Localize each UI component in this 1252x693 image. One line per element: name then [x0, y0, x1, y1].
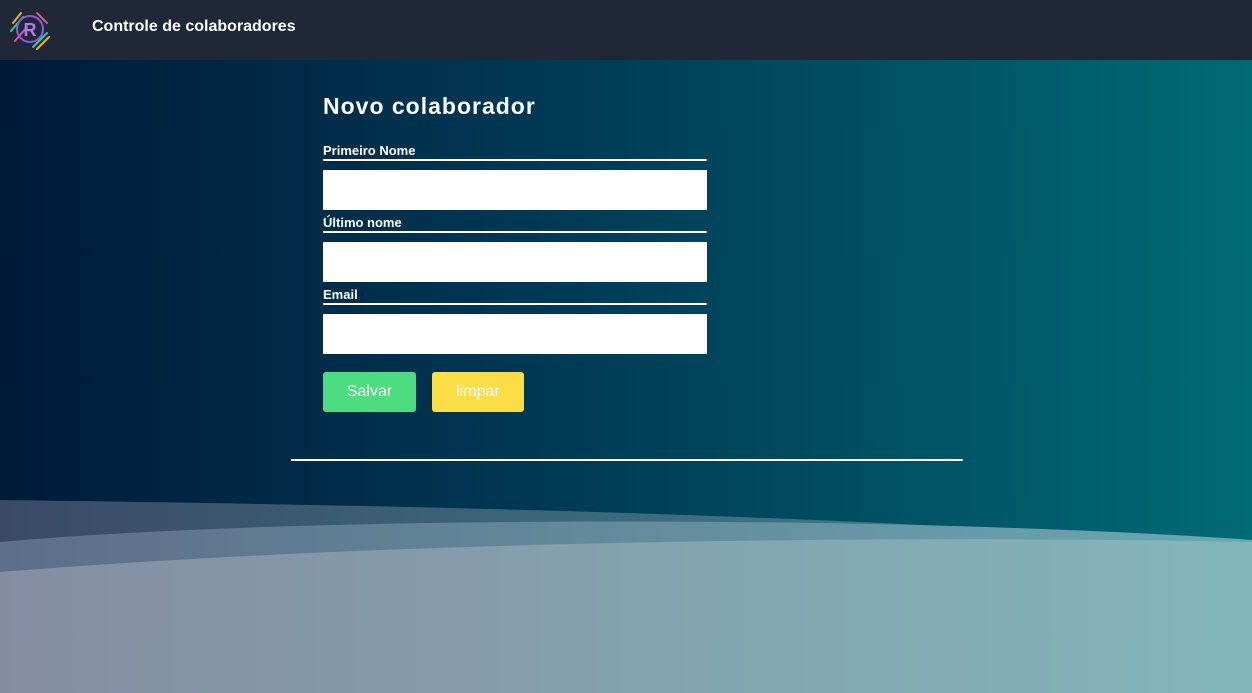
- clear-button[interactable]: limpar: [432, 372, 524, 412]
- main-content: Novo colaborador Primeiro Nome Último no…: [0, 60, 1252, 693]
- first-name-label: Primeiro Nome: [323, 143, 707, 161]
- top-navbar: R Controle de colaboradores: [0, 0, 1252, 60]
- last-name-label: Último nome: [323, 215, 707, 233]
- form-title: Novo colaborador: [323, 93, 536, 119]
- save-button[interactable]: Salvar: [323, 372, 416, 412]
- divider: [291, 459, 963, 461]
- svg-text:R: R: [24, 20, 37, 40]
- app-title: Controle de colaboradores: [92, 18, 296, 35]
- r-logo-icon[interactable]: R: [7, 7, 53, 51]
- email-input[interactable]: [323, 314, 707, 354]
- first-name-input[interactable]: [323, 170, 707, 210]
- last-name-input[interactable]: [323, 242, 707, 282]
- email-label: Email: [323, 287, 707, 305]
